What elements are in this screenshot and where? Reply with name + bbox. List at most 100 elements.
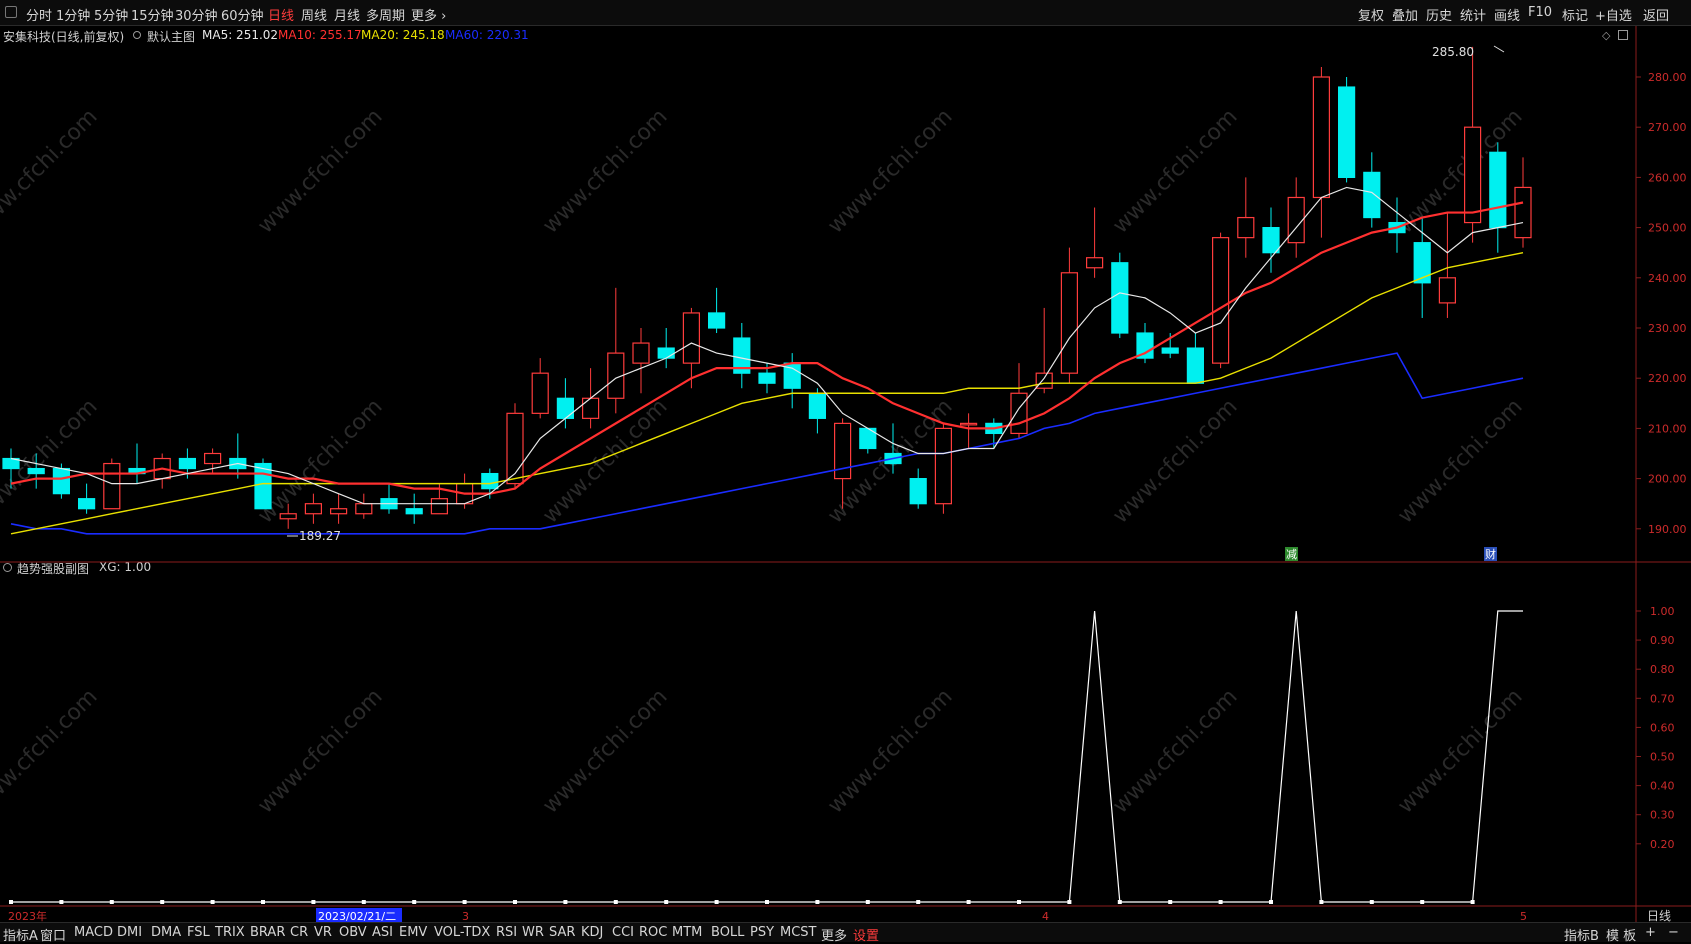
candle[interactable] bbox=[1438, 212, 1457, 318]
period-tab-multi[interactable]: 多周期 bbox=[366, 5, 405, 24]
history-button[interactable]: 历史 bbox=[1426, 5, 1452, 24]
candle-body bbox=[909, 478, 927, 505]
tab-mcst[interactable]: MCST bbox=[780, 925, 817, 940]
candle-body bbox=[959, 422, 978, 426]
candle[interactable] bbox=[128, 443, 146, 484]
candle[interactable] bbox=[1085, 207, 1104, 278]
template-button[interactable]: 模 板 bbox=[1606, 925, 1636, 944]
tab-emv[interactable]: EMV bbox=[399, 925, 427, 940]
candle[interactable] bbox=[405, 493, 423, 524]
stats-button[interactable]: 统计 bbox=[1460, 5, 1486, 24]
candles-group bbox=[2, 46, 1532, 529]
candle[interactable] bbox=[909, 468, 927, 509]
indicator-a-button[interactable]: 指标A bbox=[3, 925, 38, 944]
tab-roc[interactable]: ROC bbox=[639, 925, 667, 940]
zoom-in-button[interactable]: + bbox=[1645, 925, 1656, 940]
candle[interactable] bbox=[1262, 207, 1280, 273]
candle[interactable] bbox=[607, 287, 625, 414]
candle[interactable] bbox=[934, 423, 953, 514]
indicator-b-button[interactable]: 指标B bbox=[1564, 925, 1599, 944]
candle-body bbox=[934, 427, 953, 505]
window-button[interactable]: 窗口 bbox=[40, 925, 66, 944]
tab-fsl[interactable]: FSL bbox=[187, 925, 210, 940]
candle[interactable] bbox=[304, 493, 322, 524]
period-tab-daily[interactable]: 日线 bbox=[268, 5, 294, 24]
tab-brar[interactable]: BRAR bbox=[250, 925, 285, 940]
candle-body bbox=[1060, 272, 1079, 374]
candle[interactable] bbox=[1111, 252, 1129, 339]
tab-psy[interactable]: PSY bbox=[750, 925, 774, 940]
candle[interactable] bbox=[1211, 232, 1230, 369]
tab-asi[interactable]: ASI bbox=[372, 925, 393, 940]
tab-trix[interactable]: TRIX bbox=[215, 925, 245, 940]
tab-vr[interactable]: VR bbox=[314, 925, 332, 940]
tab-more[interactable]: 更多 bbox=[821, 925, 847, 944]
tab-cci[interactable]: CCI bbox=[612, 925, 634, 940]
candle[interactable] bbox=[556, 378, 575, 429]
period-tab-monthly[interactable]: 月线 bbox=[334, 5, 360, 24]
tab-kdj[interactable]: KDJ bbox=[581, 925, 603, 940]
candle[interactable] bbox=[531, 358, 549, 419]
add-watchlist-button[interactable]: +自选 bbox=[1595, 5, 1632, 24]
candle[interactable] bbox=[808, 388, 827, 434]
sub-tick-label: 0.20 bbox=[1650, 838, 1675, 851]
overlay-button[interactable]: 叠加 bbox=[1392, 5, 1418, 24]
candle[interactable] bbox=[330, 493, 348, 524]
candle[interactable] bbox=[707, 287, 726, 334]
mark-button[interactable]: 标记 bbox=[1562, 5, 1588, 24]
menu-toggle-icon[interactable] bbox=[5, 6, 17, 18]
candle[interactable] bbox=[77, 483, 96, 514]
candle[interactable] bbox=[355, 493, 373, 519]
fuquan-button[interactable]: 复权 bbox=[1358, 5, 1384, 24]
period-tab-15min[interactable]: 15分钟 bbox=[131, 5, 174, 24]
tab-rsi[interactable]: RSI bbox=[496, 925, 517, 940]
kline-chart[interactable]: www.cfchi.com www.cfchi.com www.cfchi.com w… bbox=[0, 26, 1691, 922]
candle-body bbox=[52, 467, 71, 495]
candle[interactable] bbox=[657, 328, 675, 369]
candle-body bbox=[1337, 86, 1356, 179]
candle[interactable] bbox=[733, 322, 751, 389]
tab-vol-tdx[interactable]: VOL-TDX bbox=[434, 925, 490, 940]
candle[interactable] bbox=[1186, 333, 1205, 384]
candle[interactable] bbox=[959, 413, 978, 449]
tab-macd[interactable]: MACD bbox=[74, 925, 113, 940]
back-button[interactable]: 返回 bbox=[1643, 5, 1669, 24]
candle[interactable] bbox=[1287, 177, 1305, 258]
candle[interactable] bbox=[783, 353, 801, 409]
candle[interactable] bbox=[380, 483, 398, 514]
candle[interactable] bbox=[632, 328, 650, 394]
zoom-out-button[interactable]: − bbox=[1668, 925, 1679, 940]
candle[interactable] bbox=[1337, 77, 1356, 183]
candle[interactable] bbox=[1060, 247, 1079, 384]
candle[interactable] bbox=[1237, 177, 1255, 258]
period-tab-1min[interactable]: 1分钟 bbox=[56, 5, 90, 24]
tab-sar[interactable]: SAR bbox=[549, 925, 575, 940]
xg-point bbox=[966, 900, 971, 904]
candle[interactable] bbox=[1136, 322, 1154, 364]
tab-wr[interactable]: WR bbox=[522, 925, 544, 940]
draw-button[interactable]: 画线 bbox=[1494, 5, 1520, 24]
tab-dma[interactable]: DMA bbox=[151, 925, 181, 940]
period-tab-60min[interactable]: 60分钟 bbox=[221, 5, 264, 24]
candle[interactable] bbox=[229, 433, 247, 479]
tab-cr[interactable]: CR bbox=[290, 925, 308, 940]
candle[interactable] bbox=[506, 403, 524, 489]
tab-mtm[interactable]: MTM bbox=[672, 925, 702, 940]
tab-boll[interactable]: BOLL bbox=[711, 925, 744, 940]
candle[interactable] bbox=[1363, 152, 1381, 228]
period-tab-fenshi[interactable]: 分时 bbox=[26, 5, 52, 24]
candle-body bbox=[304, 503, 322, 515]
tab-dmi[interactable]: DMI bbox=[117, 925, 142, 940]
candle[interactable] bbox=[153, 453, 171, 489]
period-tab-5min[interactable]: 5分钟 bbox=[94, 5, 128, 24]
tab-obv[interactable]: OBV bbox=[339, 925, 367, 940]
period-tab-more[interactable]: 更多 › bbox=[411, 5, 446, 24]
period-tab-weekly[interactable]: 周线 bbox=[301, 5, 327, 24]
tab-settings[interactable]: 设置 bbox=[853, 925, 879, 944]
candle[interactable] bbox=[1312, 66, 1331, 238]
candle-body bbox=[1237, 216, 1255, 239]
candle[interactable] bbox=[1489, 142, 1507, 253]
candle[interactable] bbox=[1035, 307, 1053, 394]
period-tab-30min[interactable]: 30分钟 bbox=[175, 5, 218, 24]
f10-button[interactable]: F10 bbox=[1528, 5, 1552, 20]
